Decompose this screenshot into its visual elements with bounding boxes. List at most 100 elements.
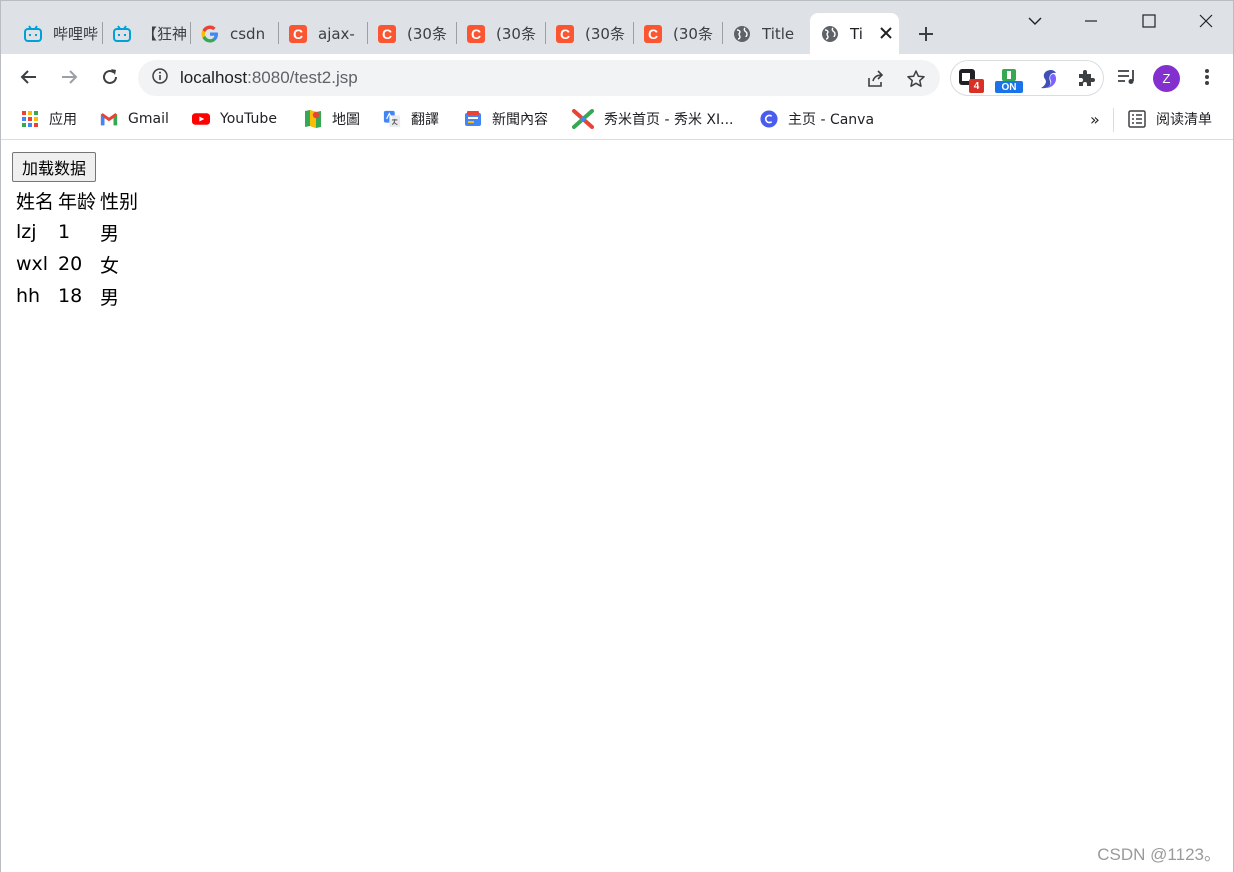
globe-icon — [732, 24, 752, 44]
table-cell: wxl — [16, 253, 49, 275]
globe-icon — [820, 24, 840, 44]
reading-list-button[interactable]: 阅读清单 — [1128, 108, 1212, 130]
news-icon — [464, 110, 482, 128]
bookmark-news[interactable]: 新聞內容 — [464, 108, 548, 130]
csdn-icon: C — [288, 24, 308, 44]
profile-avatar[interactable]: Z — [1153, 65, 1180, 92]
tab-active[interactable]: Ti — [810, 13, 899, 54]
csdn-icon: C — [555, 24, 575, 44]
swirl-extension-icon[interactable] — [1037, 68, 1059, 90]
maximize-button[interactable] — [1134, 7, 1164, 35]
tab-title: (30条 — [585, 25, 625, 43]
bookmark-xiumi[interactable]: 秀米首页 - 秀米 XI... — [572, 108, 733, 130]
extensions-group: 4 ON — [950, 60, 1104, 96]
extension-badge: 4 — [969, 79, 984, 93]
tab-title: (30条 — [496, 25, 536, 43]
chevron-down-icon — [1028, 17, 1042, 25]
bookmark-gmail[interactable]: Gmail — [100, 108, 169, 130]
forward-button[interactable] — [54, 62, 84, 92]
bookmark-label: 秀米首页 - 秀米 XI... — [604, 112, 734, 128]
close-window-button[interactable] — [1191, 7, 1221, 35]
tab-csdn-messages[interactable]: C (30条 — [545, 13, 633, 54]
tab-csdn-messages[interactable]: C (30条 — [456, 13, 544, 54]
url-host: localhost — [180, 68, 248, 87]
bookmarks-overflow-button[interactable]: » — [1090, 108, 1100, 130]
bookmark-apps[interactable]: 应用 — [21, 108, 77, 130]
translate-icon — [383, 110, 401, 128]
youtube-icon — [192, 110, 210, 128]
close-icon[interactable] — [880, 23, 892, 44]
bookmark-label: 主页 - Canva — [788, 112, 875, 128]
apps-grid-icon — [21, 110, 39, 128]
new-tab-button[interactable] — [913, 21, 939, 47]
tab-title: 哔哩哔 — [53, 25, 99, 43]
tab-kuangshen[interactable]: 【狂神 — [102, 13, 190, 54]
share-icon[interactable] — [865, 68, 887, 90]
tab-csdn-ajax[interactable]: C ajax- — [278, 13, 366, 54]
gmail-icon — [100, 110, 118, 128]
tab-search-button[interactable] — [1020, 7, 1050, 35]
bookmarks-bar: 应用 Gmail YouTube 地圖 翻譯 新聞內容 秀米首页 - 秀米 XI… — [1, 100, 1233, 140]
bookmark-label: YouTube — [220, 111, 277, 127]
tab-title: Ti — [850, 24, 863, 43]
browser-window: 哔哩哔 【狂神 csdn C ajax- C (30条 C (30条 C (30… — [0, 0, 1234, 872]
table-row: hh 18 男 — [15, 281, 139, 311]
bookmark-maps[interactable]: 地圖 — [304, 108, 360, 130]
plus-icon — [919, 27, 933, 41]
star-icon[interactable] — [905, 68, 927, 90]
menu-button[interactable] — [1192, 62, 1222, 92]
table-cell: 男 — [100, 222, 120, 245]
minimize-icon — [1085, 20, 1097, 22]
address-bar[interactable]: localhost:8080/test2.jsp — [138, 60, 940, 96]
more-vert-icon — [1205, 69, 1209, 85]
bookmark-canva[interactable]: 主页 - Canva — [760, 108, 874, 130]
tab-title: (30条 — [407, 25, 447, 43]
tab-google-csdn[interactable]: csdn — [190, 13, 278, 54]
puzzle-icon[interactable] — [1076, 68, 1098, 90]
bookmark-youtube[interactable]: YouTube — [192, 108, 277, 130]
column-header-gender: 性别 — [100, 191, 139, 213]
tab-title: 【狂神 — [142, 25, 188, 43]
playlist-icon — [1118, 70, 1134, 84]
data-table: 姓名 年龄 性别 lzj 1 男 wxl 20 女 hh 18 男 — [13, 184, 141, 313]
table-row: lzj 1 男 — [15, 217, 139, 247]
bookmark-label: 新聞內容 — [492, 112, 548, 128]
toggle-extension-icon[interactable]: ON — [995, 68, 1023, 93]
bookmark-label: 翻譯 — [411, 112, 439, 128]
url-path: :8080/test2.jsp — [247, 68, 358, 87]
tab-title-page[interactable]: Title — [722, 13, 810, 54]
arrow-left-icon — [20, 70, 36, 84]
tab-title: Title — [762, 24, 795, 43]
canva-icon — [760, 110, 778, 128]
table-header-row: 姓名 年龄 性别 — [15, 186, 139, 215]
maps-icon — [304, 110, 322, 128]
table-cell: 男 — [100, 286, 120, 309]
load-data-button[interactable]: 加载数据 — [12, 152, 97, 182]
tab-bilibili[interactable]: 哔哩哔 — [13, 13, 101, 54]
arrow-right-icon — [62, 70, 78, 84]
table-cell: 18 — [58, 285, 83, 307]
media-control-button[interactable] — [1112, 62, 1142, 92]
close-icon — [1199, 14, 1213, 28]
bilibili-icon — [23, 24, 43, 44]
maximize-icon — [1142, 14, 1156, 28]
bookmark-label: 地圖 — [332, 112, 360, 128]
google-icon — [200, 24, 220, 44]
csdn-watermark: CSDN @1123。 — [1097, 845, 1221, 864]
bookmark-translate[interactable]: 翻譯 — [383, 108, 439, 130]
bookmark-label: Gmail — [128, 111, 169, 127]
notion-extension-icon[interactable]: 4 — [958, 68, 984, 93]
reload-button[interactable] — [95, 62, 125, 92]
back-button[interactable] — [14, 62, 44, 92]
info-icon[interactable] — [152, 68, 168, 88]
minimize-button[interactable] — [1076, 7, 1106, 35]
csdn-icon: C — [377, 24, 397, 44]
csdn-icon: C — [466, 24, 486, 44]
table-cell: lzj — [16, 221, 37, 243]
tab-csdn-messages[interactable]: C (30条 — [367, 13, 455, 54]
tab-title: csdn — [230, 24, 266, 43]
browser-toolbar: localhost:8080/test2.jsp 4 ON Z — [1, 54, 1233, 100]
xiumi-icon — [572, 109, 594, 129]
tab-csdn-messages[interactable]: C (30条 — [633, 13, 721, 54]
csdn-icon: C — [643, 24, 663, 44]
